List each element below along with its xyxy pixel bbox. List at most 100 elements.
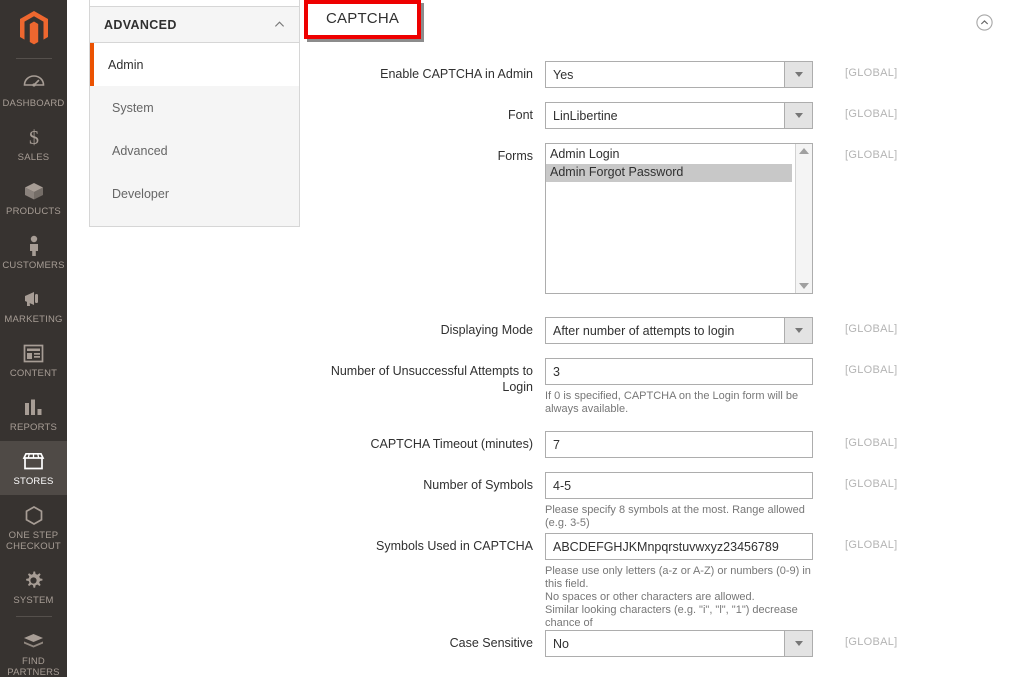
sidebar-label: CUSTOMERS — [2, 260, 65, 271]
magento-logo[interactable] — [0, 0, 67, 56]
number-of-symbols-input[interactable] — [545, 472, 813, 499]
chevron-down-icon — [784, 103, 812, 128]
sidebar-item-content[interactable]: CONTENT — [0, 333, 67, 387]
one-step-checkout-icon — [2, 504, 65, 526]
field-forms: Forms Admin Login Admin Forgot Password … — [300, 143, 1016, 294]
reports-icon — [2, 396, 65, 418]
page-title: CAPTCHA — [326, 10, 400, 27]
field-label: Font — [507, 108, 533, 122]
sidebar-item-one-step-checkout[interactable]: ONE STEP CHECKOUT — [0, 495, 67, 560]
field-note-line1: Please use only letters (a-z or A-Z) or … — [545, 565, 811, 590]
field-note-line2: No spaces or other characters are allowe… — [545, 591, 755, 603]
scroll-down-arrow-icon[interactable] — [799, 283, 809, 289]
field-number-of-symbols: Number of Symbols Please specify 8 symbo… — [300, 472, 1016, 530]
field-control — [545, 431, 813, 458]
customers-icon — [2, 234, 65, 256]
section-header: CAPTCHA — [300, 0, 1016, 45]
products-icon — [2, 180, 65, 202]
forms-option-list: Admin Login Admin Forgot Password — [546, 144, 812, 182]
case-sensitive-select[interactable]: No — [545, 630, 813, 657]
sidebar-label-line2: CHECKOUT — [6, 541, 61, 552]
stores-icon — [2, 450, 65, 472]
sidebar-label: MARKETING — [4, 314, 63, 325]
nav-item-advanced[interactable]: Advanced — [90, 129, 299, 172]
sidebar-item-marketing[interactable]: MARKETING — [0, 279, 67, 333]
font-select[interactable]: LinLibertine — [545, 102, 813, 129]
enable-captcha-select[interactable]: Yes — [545, 61, 813, 88]
sidebar-label-line1: FIND PARTNERS — [7, 656, 60, 677]
marketing-icon — [2, 288, 65, 310]
field-control: If 0 is specified, CAPTCHA on the Login … — [545, 358, 813, 416]
symbols-used-input[interactable] — [545, 533, 813, 560]
field-label: CAPTCHA Timeout (minutes) — [370, 437, 533, 451]
scope-label: [GLOBAL] — [845, 149, 898, 161]
captcha-config-panel: CAPTCHA Enable CAPTCHA in Admin Yes [GLO… — [300, 0, 1016, 677]
field-label: Forms — [497, 149, 533, 163]
unsuccessful-attempts-input[interactable] — [545, 358, 813, 385]
sidebar-label: CONTENT — [9, 368, 58, 379]
field-label: Enable CAPTCHA in Admin — [380, 67, 533, 81]
sidebar-divider-top — [15, 58, 52, 59]
field-control: Please use only letters (a-z or A-Z) or … — [545, 533, 813, 643]
field-note-line3: Similar looking characters (e.g. "i", "l… — [545, 604, 798, 629]
svg-text:$: $ — [29, 127, 39, 148]
scope-label: [GLOBAL] — [845, 364, 898, 376]
select-value: Yes — [553, 67, 574, 82]
sidebar-item-sales[interactable]: $ SALES — [0, 117, 67, 171]
sidebar-label: REPORTS — [9, 422, 58, 433]
sidebar-label: SALES — [17, 152, 50, 163]
field-case-sensitive: Case Sensitive No [GLOBAL] — [300, 630, 1016, 657]
field-label: Number of Unsuccessful Attempts to Login — [300, 358, 545, 395]
scroll-up-arrow-icon[interactable] — [799, 148, 809, 154]
field-unsuccessful-attempts: Number of Unsuccessful Attempts to Login… — [300, 358, 1016, 416]
chevron-up-icon — [274, 21, 285, 27]
section-collapse-button[interactable] — [976, 14, 993, 31]
scope-label: [GLOBAL] — [845, 636, 898, 648]
captcha-timeout-input[interactable] — [545, 431, 813, 458]
forms-multiselect[interactable]: Admin Login Admin Forgot Password — [545, 143, 813, 294]
select-value: LinLibertine — [553, 108, 618, 123]
field-label: Number of Symbols — [423, 478, 533, 492]
sidebar-label: STORES — [13, 476, 54, 487]
field-captcha-timeout: CAPTCHA Timeout (minutes) [GLOBAL] — [300, 431, 1016, 458]
sidebar-item-find-partners[interactable]: FIND PARTNERS & EXTENSIONS — [0, 621, 67, 677]
field-note: If 0 is specified, CAPTCHA on the Login … — [545, 390, 799, 415]
chevron-down-icon — [784, 318, 812, 343]
field-label: Symbols Used in CAPTCHA — [376, 539, 533, 553]
sidebar-label: SYSTEM — [13, 595, 54, 606]
nav-section-title: ADVANCED — [104, 17, 177, 32]
sidebar-label-line1: ONE STEP — [8, 530, 59, 541]
system-gear-icon — [2, 569, 65, 591]
field-control: After number of attempts to login — [545, 317, 813, 344]
nav-item-list: Admin System Advanced Developer — [89, 43, 300, 227]
nav-item-system[interactable]: System — [90, 86, 299, 129]
sidebar-item-reports[interactable]: REPORTS — [0, 387, 67, 441]
forms-option-admin-login[interactable]: Admin Login — [546, 146, 792, 164]
nav-item-admin[interactable]: Admin — [90, 43, 299, 86]
nav-section-advanced-header[interactable]: ADVANCED — [89, 6, 300, 43]
sidebar-item-customers[interactable]: CUSTOMERS — [0, 225, 67, 279]
nav-item-label: Advanced — [112, 143, 168, 158]
field-symbols-used-in-captcha: Symbols Used in CAPTCHA Please use only … — [300, 533, 1016, 643]
sales-icon: $ — [2, 126, 65, 148]
content-icon — [2, 342, 65, 364]
sidebar-item-dashboard[interactable]: DASHBOARD — [0, 63, 67, 117]
sidebar-item-stores[interactable]: STORES — [0, 441, 67, 495]
forms-option-admin-forgot-password[interactable]: Admin Forgot Password — [546, 164, 792, 182]
forms-scrollbar[interactable] — [795, 144, 812, 293]
field-note: Please specify 8 symbols at the most. Ra… — [545, 504, 805, 529]
scope-label: [GLOBAL] — [845, 67, 898, 79]
field-label-line2: Login — [502, 380, 533, 394]
nav-item-developer[interactable]: Developer — [90, 172, 299, 215]
sidebar-item-system[interactable]: SYSTEM — [0, 560, 67, 614]
magento-logo-icon — [19, 11, 48, 45]
sidebar-label: PRODUCTS — [6, 206, 61, 217]
sidebar-item-products[interactable]: PRODUCTS — [0, 171, 67, 225]
displaying-mode-select[interactable]: After number of attempts to login — [545, 317, 813, 344]
circle-chevron-up-icon — [976, 14, 993, 31]
nav-item-label: Developer — [112, 186, 169, 201]
captcha-section-title-highlight[interactable]: CAPTCHA — [304, 0, 422, 39]
field-label: Displaying Mode — [440, 323, 533, 337]
config-section-nav: ADVANCED Admin System Advanced Developer — [89, 0, 300, 227]
field-label-line1: Number of Unsuccessful Attempts to — [330, 364, 533, 378]
